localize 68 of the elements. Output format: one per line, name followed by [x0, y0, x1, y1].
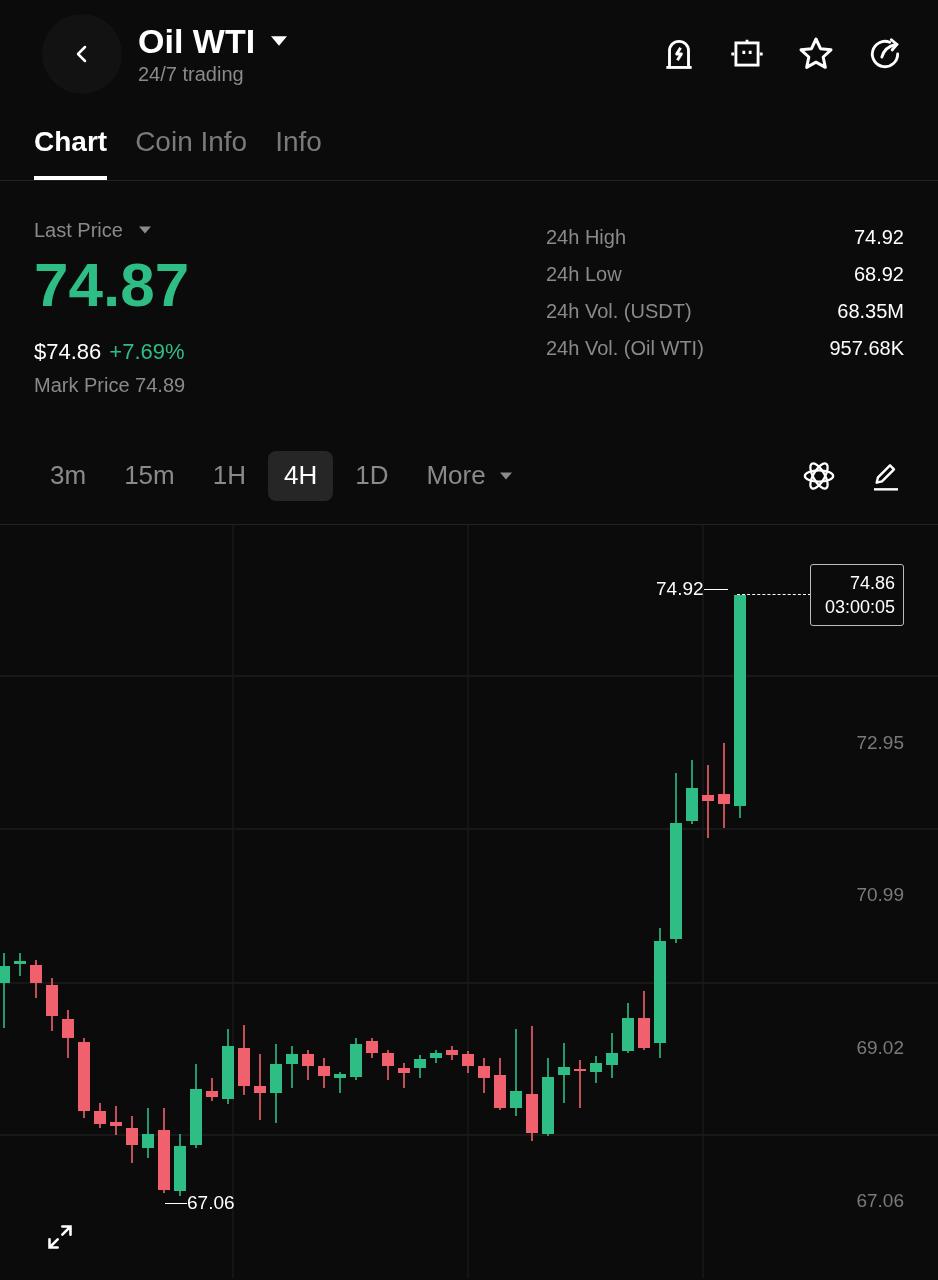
interval-tab[interactable]: 15m — [108, 450, 191, 501]
candle — [638, 990, 650, 1051]
interval-tab[interactable]: 3m — [34, 450, 103, 501]
interval-tab[interactable]: 4H — [267, 450, 334, 501]
last-price-label: Last Price — [34, 218, 123, 243]
candle — [398, 1062, 410, 1089]
candle — [142, 1107, 154, 1159]
candle — [430, 1049, 442, 1064]
candle — [622, 1002, 634, 1054]
candle — [366, 1037, 378, 1059]
stat-label: 24h High — [546, 225, 627, 250]
dropdown-caret-icon — [271, 36, 288, 46]
candle — [14, 952, 26, 977]
candle — [558, 1042, 570, 1104]
candle — [286, 1045, 298, 1089]
interval-tab[interactable]: 1H — [196, 450, 262, 501]
stat-value: 68.35M — [837, 299, 904, 324]
candle — [462, 1050, 474, 1074]
price-change: +7.69% — [109, 338, 185, 366]
candle — [206, 1077, 218, 1102]
candle — [574, 1059, 586, 1109]
y-axis-label: 70.99 — [856, 883, 904, 907]
candle — [126, 1115, 138, 1164]
tab[interactable]: Chart — [34, 104, 108, 180]
y-axis-label: 72.95 — [856, 731, 904, 755]
candle — [686, 759, 698, 825]
candle — [606, 1032, 618, 1079]
candle — [254, 1053, 266, 1121]
y-axis-label: 67.06 — [856, 1189, 904, 1213]
candle — [318, 1057, 330, 1089]
subtitle: 24/7 trading — [138, 62, 245, 87]
tab[interactable]: Coin Info — [135, 104, 248, 180]
candle — [46, 977, 58, 1032]
stat-value: 74.92 — [853, 225, 904, 250]
high-price-label: 74.92 — [656, 577, 704, 601]
stat-label: 24h Vol. (Oil WTI) — [546, 336, 704, 361]
candle — [414, 1054, 426, 1079]
candle — [302, 1049, 314, 1081]
mark-price: Mark Price 74.89 — [34, 373, 187, 398]
interval-tab[interactable]: More — [410, 450, 528, 501]
stat-value: 957.68K — [829, 336, 904, 361]
candle — [174, 1133, 186, 1197]
candle — [334, 1071, 346, 1094]
low-price-label: 67.06 — [187, 1191, 235, 1215]
expand-icon[interactable] — [46, 1223, 74, 1251]
last-price-value: 74.87 — [34, 249, 190, 321]
candle — [478, 1057, 490, 1094]
candle — [94, 1102, 106, 1129]
stat-value: 68.92 — [853, 262, 904, 287]
page-title: Oil WTI — [138, 21, 256, 61]
candle — [446, 1045, 458, 1061]
usd-price: $74.86 — [34, 338, 102, 366]
candle — [30, 959, 42, 999]
candle — [382, 1049, 394, 1081]
candle — [238, 1024, 250, 1096]
stat-label: 24h Low — [546, 262, 622, 287]
candle — [350, 1037, 362, 1081]
candle — [590, 1055, 602, 1084]
candle-countdown: 03:00:05 — [824, 596, 895, 619]
y-axis-label: 69.02 — [856, 1036, 904, 1060]
dropdown-caret-icon — [138, 226, 151, 234]
tab[interactable]: Info — [275, 104, 322, 180]
candle — [110, 1105, 122, 1136]
candle — [494, 1057, 506, 1111]
stat-label: 24h Vol. (USDT) — [546, 299, 692, 324]
candle — [62, 1009, 74, 1059]
interval-tab[interactable]: 1D — [339, 450, 405, 501]
current-price-value: 74.86 — [849, 572, 895, 595]
